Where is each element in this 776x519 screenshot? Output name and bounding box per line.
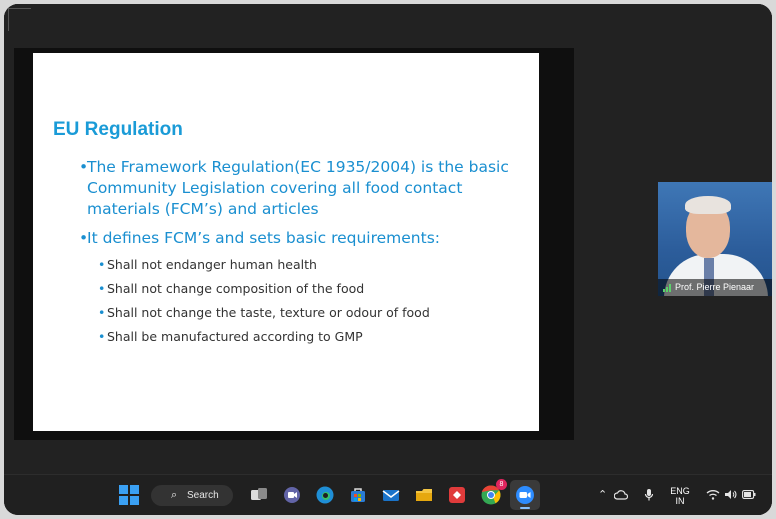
meeting-window: EU Regulation • The Framework Regulation(… xyxy=(4,4,772,474)
slide-bullet-2: • It defines FCM’s and sets basic require… xyxy=(79,229,441,247)
search-label: Search xyxy=(187,490,219,501)
speaker-hair xyxy=(685,196,731,214)
microphone-icon[interactable] xyxy=(644,488,654,502)
slide-sub-bullet: • Shall not change the taste, texture or … xyxy=(98,305,430,320)
slide-sub-bullet: • Shall be manufactured according to GMP xyxy=(98,329,363,344)
file-explorer-icon[interactable] xyxy=(414,485,434,505)
volume-icon[interactable] xyxy=(724,489,737,500)
app-icon[interactable] xyxy=(447,485,467,505)
edge-icon[interactable] xyxy=(315,485,335,505)
chevron-up-icon[interactable]: ⌃ xyxy=(598,488,607,501)
windows-start-icon[interactable] xyxy=(119,485,139,505)
search-icon: ⌕ xyxy=(171,489,178,501)
window-corner xyxy=(8,8,31,31)
participant-name: Prof. Pierre Pienaar xyxy=(675,282,755,292)
wifi-icon[interactable] xyxy=(706,489,720,500)
screen: EU Regulation • The Framework Regulation(… xyxy=(4,4,772,515)
onedrive-icon[interactable] xyxy=(614,489,628,501)
participant-video-tile[interactable]: Prof. Pierre Pienaar xyxy=(658,182,772,296)
active-indicator xyxy=(520,507,530,509)
chrome-icon[interactable]: 8 xyxy=(480,479,507,506)
slide-sub-bullet: • Shall not endanger human health xyxy=(98,257,317,272)
taskbar-search[interactable]: ⌕ Search xyxy=(151,485,233,506)
notification-badge: 8 xyxy=(496,479,507,490)
language-indicator[interactable]: ENG IN xyxy=(668,486,692,506)
slide-sub-bullet: • Shall not change composition of the foo… xyxy=(98,281,365,296)
slide-title: EU Regulation xyxy=(53,119,183,140)
store-icon[interactable] xyxy=(348,485,368,505)
signal-strength-icon xyxy=(663,283,671,292)
task-view-icon[interactable] xyxy=(249,485,269,505)
participant-name-bar: Prof. Pierre Pienaar xyxy=(658,279,772,296)
windows-taskbar: ⌕ Search 8 ⌃ ENG IN xyxy=(4,474,772,515)
battery-icon[interactable] xyxy=(742,490,756,499)
slide-bullet-1: • The Framework Regulation(EC 1935/2004) … xyxy=(79,158,509,218)
presentation-slide: EU Regulation • The Framework Regulation(… xyxy=(33,53,539,431)
active-app-highlight xyxy=(510,480,540,510)
teams-meet-icon[interactable] xyxy=(282,485,302,505)
zoom-icon[interactable] xyxy=(515,485,535,505)
mail-icon[interactable] xyxy=(381,485,401,505)
